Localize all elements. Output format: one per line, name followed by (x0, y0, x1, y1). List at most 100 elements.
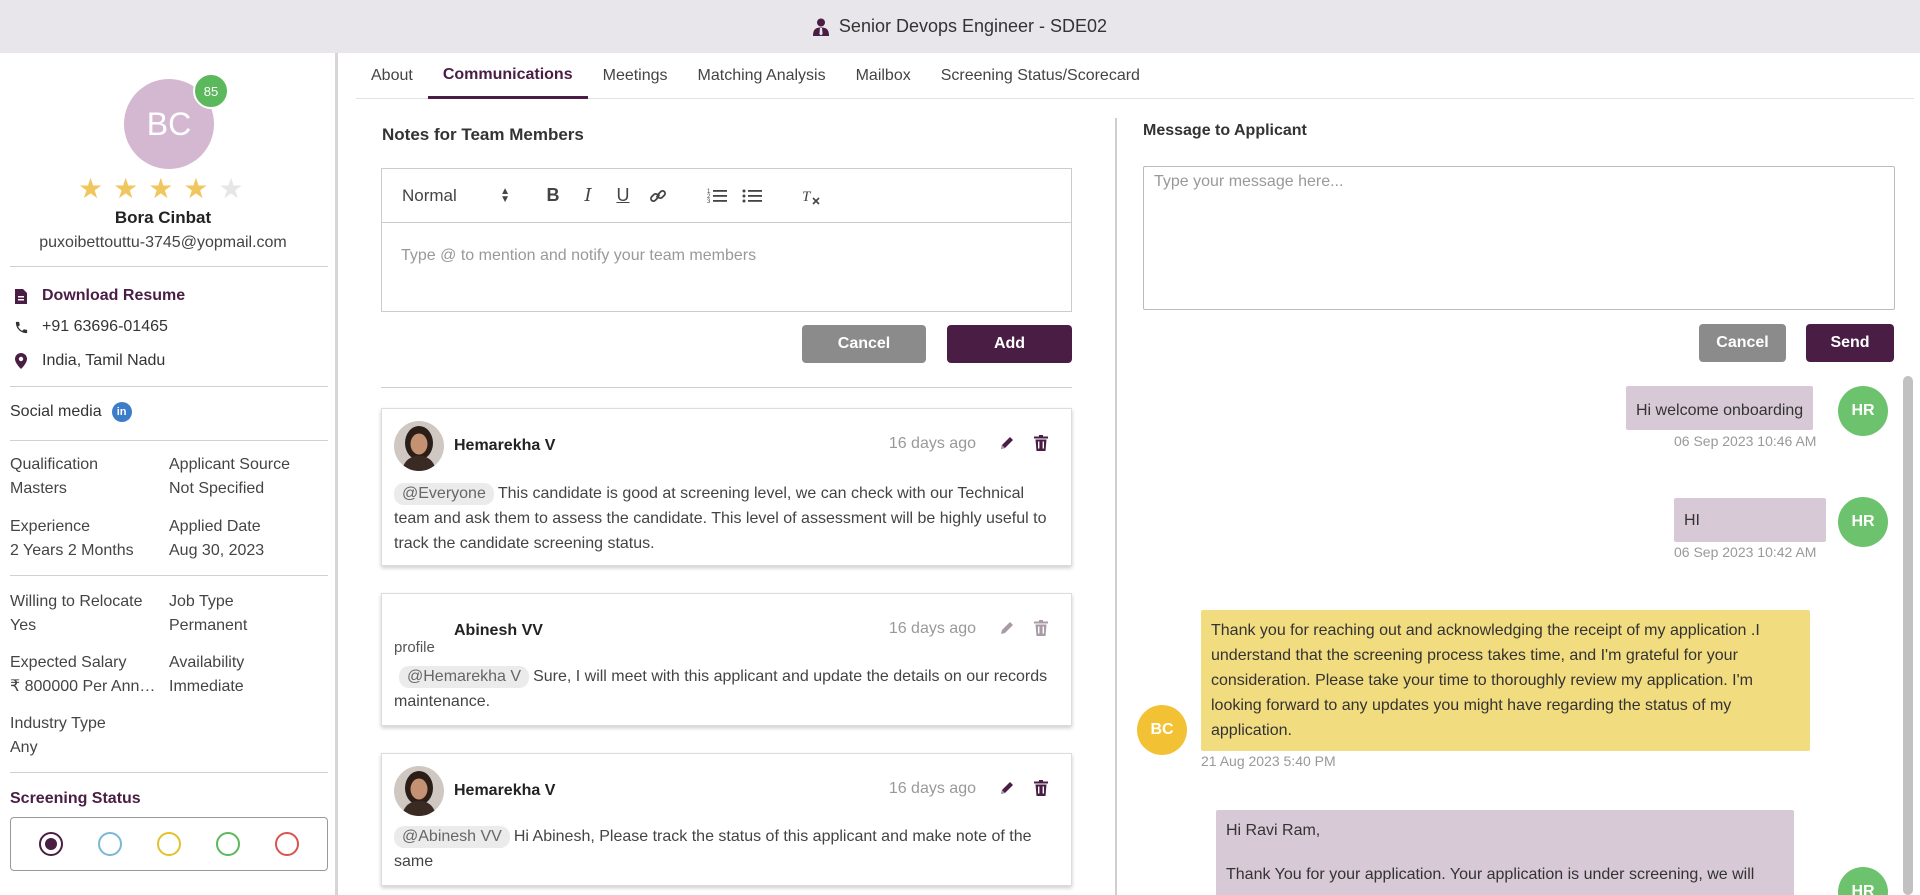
star-icon[interactable]: ★ (78, 175, 103, 203)
mention-chip: @Abinesh VV (394, 826, 510, 848)
candidate-name: Bora Cinbat (114, 208, 212, 227)
user-tie-icon (812, 18, 831, 36)
note-text: @Hemarekha V Sure, I will meet with this … (394, 666, 1048, 710)
candidate-email: puxoibettouttu-3745@yopmail.com (39, 234, 287, 251)
message-input[interactable]: Type your message here... (1143, 166, 1895, 310)
divider (10, 440, 328, 441)
experience-field: Experience 2 Years 2 Months (10, 518, 134, 559)
column-divider (1115, 118, 1117, 895)
mention-chip: @Everyone (394, 483, 494, 505)
status-radio[interactable] (97, 832, 122, 856)
star-icon[interactable]: ★ (218, 175, 243, 203)
note-text: @Abinesh VV Hi Abinesh, Please track the … (394, 826, 1032, 870)
industry-type-field: Industry Type Any (10, 715, 106, 756)
tab-screening-status[interactable]: Screening Status/Scorecard (926, 53, 1155, 99)
tab-mailbox[interactable]: Mailbox (841, 53, 926, 99)
svg-text:T: T (802, 189, 812, 205)
divider (10, 266, 328, 267)
divider (10, 575, 328, 576)
notes-editor: Normal ▲ ▼ B I U 123 T Type @ to mention … (381, 168, 1072, 312)
rating-stars[interactable]: ★ ★ ★ ★ ★ (78, 175, 244, 203)
bullet-list-icon[interactable] (739, 183, 765, 209)
note-card: profile Abinesh VV 16 days ago @Hemarekh… (381, 593, 1072, 726)
status-radio[interactable] (156, 832, 181, 856)
bold-icon[interactable]: B (540, 183, 566, 209)
phone-icon (12, 318, 30, 336)
linkedin-icon[interactable]: in (111, 402, 132, 422)
author-avatar (394, 766, 444, 816)
status-radio[interactable] (216, 832, 241, 856)
tab-communications[interactable]: Communications (427, 53, 588, 99)
chat-time: 21 Aug 2023 5:40 PM (1201, 753, 1336, 769)
chat-avatar: HR (1838, 867, 1888, 895)
delete-icon[interactable] (1031, 778, 1051, 798)
underline-icon[interactable]: U (610, 183, 636, 209)
star-icon[interactable]: ★ (113, 175, 138, 203)
chat-time: 06 Sep 2023 10:42 AM (1674, 544, 1817, 560)
chat-bubble-sent: HI (1674, 498, 1826, 542)
notes-add-button[interactable]: Add (947, 325, 1072, 363)
delete-icon[interactable] (1031, 433, 1051, 453)
location-pin-icon (12, 352, 30, 370)
location: India, Tamil Nadu (42, 352, 166, 369)
file-icon (12, 287, 30, 305)
chat-bubble-sent: Hi welcome onboarding (1626, 386, 1814, 430)
chat-avatar: HR (1838, 497, 1888, 547)
note-card: Hemarekha V 16 days ago @Everyone This ca… (381, 408, 1072, 566)
author-avatar (394, 421, 444, 471)
notes-cancel-button[interactable]: Cancel (802, 325, 926, 363)
author-name: Hemarekha V (454, 437, 556, 454)
job-type-field: Job Type Permanent (169, 593, 248, 634)
relocate-field: Willing to Relocate Yes (10, 593, 143, 634)
screening-status-options (10, 817, 328, 871)
candidate-panel: BC 85 ★ ★ ★ ★ ★ Bora Cinbat puxoibettout… (0, 53, 338, 895)
delete-icon (1031, 618, 1051, 638)
star-icon[interactable]: ★ (148, 175, 173, 203)
note-card: Hemarekha V 16 days ago @Abinesh VV Hi Ab… (381, 753, 1072, 886)
screening-status-title: Screening Status (10, 790, 141, 807)
note-time: 16 days ago (888, 780, 976, 797)
divider (10, 386, 328, 387)
edit-icon[interactable] (997, 778, 1017, 798)
link-icon[interactable] (645, 183, 671, 209)
job-title-bar: Senior Devops Engineer - SDE02 (0, 0, 1920, 53)
mention-chip: @Hemarekha V (399, 666, 530, 688)
tab-meetings[interactable]: Meetings (588, 53, 683, 99)
notes-title: Notes for Team Members (382, 125, 584, 144)
tab-matching-analysis[interactable]: Matching Analysis (683, 53, 841, 99)
chat-scrollbar[interactable] (1903, 376, 1913, 895)
notes-input[interactable]: Type @ to mention and notify your team m… (382, 223, 1071, 289)
job-title: Senior Devops Engineer - SDE02 (838, 16, 1108, 36)
qualification-field: Qualification Masters (10, 456, 99, 497)
tab-about[interactable]: About (356, 53, 428, 99)
message-title: Message to Applicant (1143, 122, 1307, 139)
format-select[interactable]: Normal ▲ ▼ (402, 186, 510, 206)
chat-time: 06 Sep 2023 10:46 AM (1674, 433, 1817, 449)
message-send-button[interactable]: Send (1806, 324, 1894, 362)
status-radio[interactable] (275, 832, 300, 856)
edit-icon[interactable] (997, 433, 1017, 453)
chat-bubble-received: Thank you for reaching out and acknowled… (1201, 610, 1810, 751)
message-cancel-button[interactable]: Cancel (1699, 324, 1786, 362)
social-media-row: Social media in (10, 402, 132, 422)
svg-text:3: 3 (707, 199, 711, 205)
author-avatar-broken: profile (394, 606, 444, 656)
applicant-source-field: Applicant Source Not Specified (169, 456, 290, 497)
status-radio-selected[interactable] (38, 832, 63, 856)
match-score-badge: 85 (193, 73, 229, 109)
chat-avatar: HR (1838, 386, 1888, 436)
chat-avatar: BC (1137, 705, 1187, 755)
divider (10, 772, 328, 773)
clear-format-icon[interactable]: T (798, 183, 824, 209)
star-icon[interactable]: ★ (183, 175, 208, 203)
chat-bubble-sent: Hi Ravi Ram, Thank You for your applicat… (1216, 810, 1794, 895)
note-time: 16 days ago (888, 435, 976, 452)
italic-icon[interactable]: I (575, 183, 601, 209)
applied-date-field: Applied Date Aug 30, 2023 (169, 518, 265, 559)
editor-toolbar: Normal ▲ ▼ B I U 123 T (382, 169, 1071, 223)
author-name: Hemarekha V (454, 782, 556, 799)
ordered-list-icon[interactable]: 123 (704, 183, 730, 209)
expected-salary-field: Expected Salary ₹ 800000 Per Annum (10, 654, 156, 695)
download-resume-link[interactable]: Download Resume (12, 287, 185, 305)
location-row: India, Tamil Nadu (12, 352, 165, 370)
